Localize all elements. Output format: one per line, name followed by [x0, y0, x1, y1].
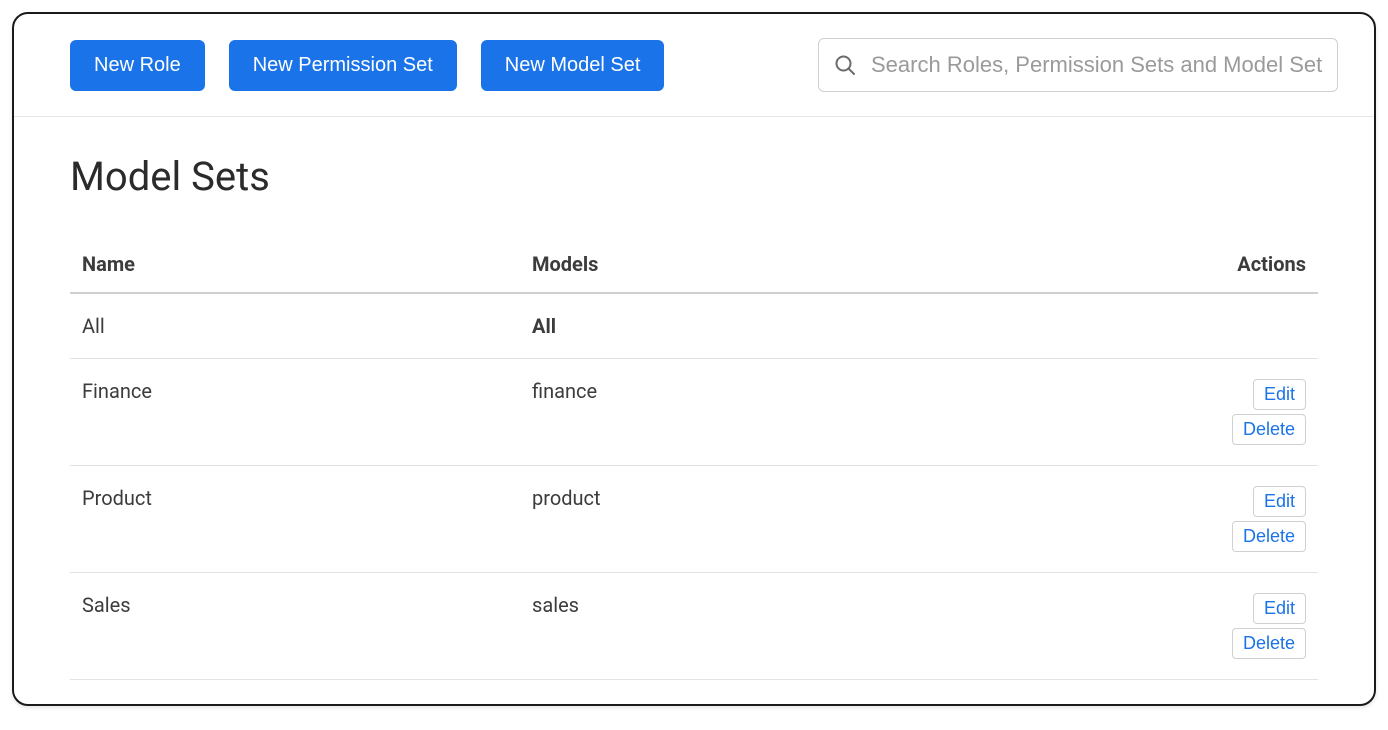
edit-button[interactable]: Edit: [1253, 486, 1306, 517]
delete-button[interactable]: Delete: [1232, 628, 1306, 659]
search-input[interactable]: [871, 52, 1323, 78]
table-row: AllAll: [70, 294, 1318, 359]
table-row: Financefinance Edit Delete: [70, 359, 1318, 466]
cell-name: Product: [82, 486, 532, 510]
delete-button[interactable]: Delete: [1232, 521, 1306, 552]
column-header-actions: Actions: [1166, 252, 1306, 276]
cell-name: Sales: [82, 593, 532, 617]
page-title: Model Sets: [70, 153, 1318, 200]
search-container: [818, 38, 1338, 92]
model-sets-table: Name Models Actions AllAll Financefinance…: [70, 236, 1318, 680]
cell-actions: Edit Delete: [1166, 486, 1306, 552]
cell-actions: Edit Delete: [1166, 379, 1306, 445]
cell-name: Finance: [82, 379, 532, 403]
cell-models: product: [532, 486, 1166, 510]
cell-actions: Edit Delete: [1166, 593, 1306, 659]
new-model-set-button[interactable]: New Model Set: [481, 40, 665, 91]
app-window: New Role New Permission Set New Model Se…: [12, 12, 1376, 706]
search-icon: [833, 53, 857, 77]
column-header-name: Name: [82, 252, 532, 276]
table-header: Name Models Actions: [70, 236, 1318, 294]
edit-button[interactable]: Edit: [1253, 379, 1306, 410]
table-row: Salessales Edit Delete: [70, 573, 1318, 680]
edit-button[interactable]: Edit: [1253, 593, 1306, 624]
cell-models: sales: [532, 593, 1166, 617]
new-role-button[interactable]: New Role: [70, 40, 205, 91]
table-body: AllAllFinancefinanceEditDeleteProductpro…: [70, 294, 1318, 680]
cell-models: finance: [532, 379, 1166, 403]
content-area: Model Sets Name Models Actions AllAll Fin…: [14, 117, 1374, 706]
delete-button[interactable]: Delete: [1232, 414, 1306, 445]
table-row: Productproduct Edit Delete: [70, 466, 1318, 573]
cell-models: All: [532, 314, 1166, 338]
toolbar: New Role New Permission Set New Model Se…: [14, 14, 1374, 117]
cell-name: All: [82, 314, 532, 338]
column-header-models: Models: [532, 252, 1166, 276]
new-permission-set-button[interactable]: New Permission Set: [229, 40, 457, 91]
